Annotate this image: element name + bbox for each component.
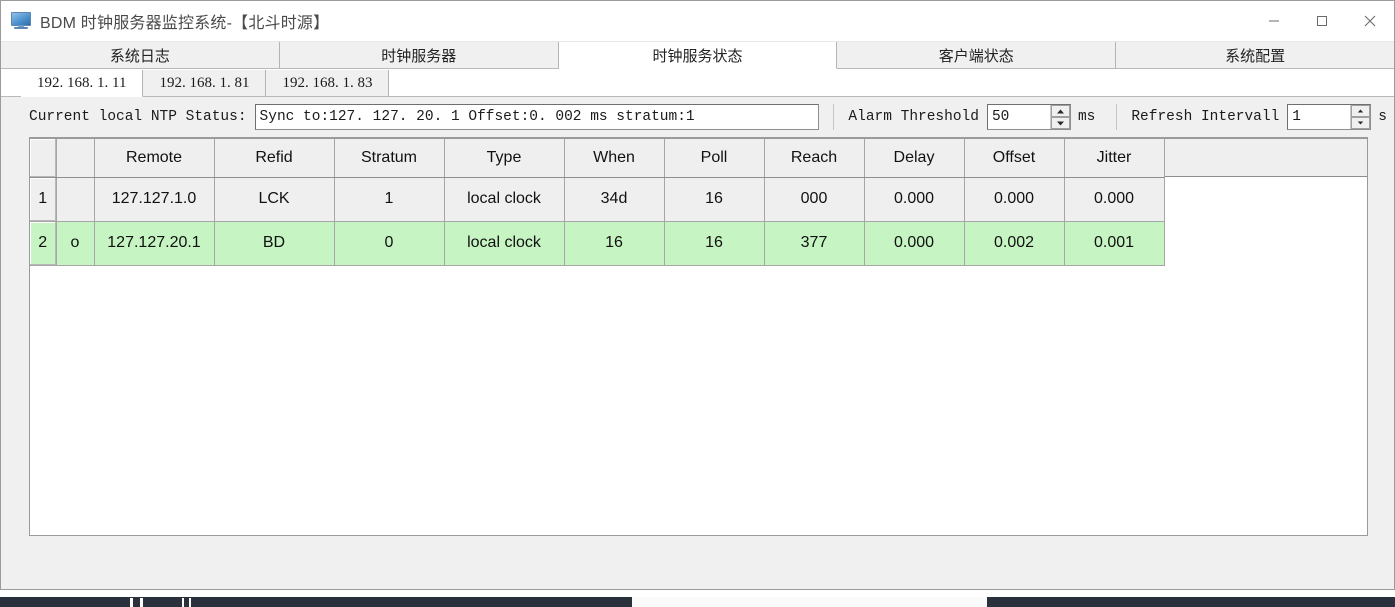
table-row[interactable]: 2 o 127.127.20.1 BD 0 local clock 16 16 … (30, 221, 1165, 266)
table-header-delay[interactable]: Delay (864, 139, 965, 178)
cell-type: local clock (444, 177, 565, 222)
table-header-row: Remote Refid Stratum Type When Poll Reac… (30, 139, 1165, 178)
cell-offset: 0.000 (964, 177, 1065, 222)
row-index[interactable]: 1 (30, 177, 57, 222)
cell-remote: 127.127.1.0 (94, 177, 215, 222)
table-header-type[interactable]: Type (444, 139, 565, 178)
refresh-interval-label: Refresh Intervall (1131, 109, 1280, 125)
main-tab-strip: 系统日志 时钟服务器 时钟服务状态 客户端状态 系统配置 (1, 42, 1394, 69)
minimize-icon[interactable] (1250, 1, 1298, 41)
table-header-stratum[interactable]: Stratum (334, 139, 445, 178)
title-bar: BDM 时钟服务器监控系统-【北斗时源】 (1, 1, 1394, 42)
taskbar-item-1[interactable] (130, 598, 133, 607)
table-header-poll[interactable]: Poll (664, 139, 765, 178)
cell-stratum: 0 (334, 221, 445, 266)
alarm-threshold-value[interactable]: 50 (987, 105, 1050, 129)
cell-refid: LCK (214, 177, 335, 222)
cell-delay: 0.000 (864, 221, 965, 266)
alarm-threshold-unit: ms (1077, 109, 1096, 125)
alarm-threshold-stepper[interactable]: 50 (986, 104, 1071, 130)
row-index[interactable]: 2 (30, 221, 57, 266)
alarm-threshold-spin-buttons (1049, 105, 1070, 129)
cell-remote: 127.127.20.1 (94, 221, 215, 266)
table-header-when[interactable]: When (564, 139, 665, 178)
cell-poll: 16 (664, 177, 765, 222)
ntp-status-label: Current local NTP Status: (29, 109, 247, 125)
taskbar-item-3[interactable] (182, 598, 184, 607)
cell-when: 34d (564, 177, 665, 222)
close-icon[interactable] (1346, 1, 1394, 41)
cell-when: 16 (564, 221, 665, 266)
refresh-spin-down-icon[interactable] (1351, 117, 1371, 129)
row-flag: o (56, 221, 95, 266)
sub-tab-ip-83[interactable]: 192. 168. 1. 83 (266, 70, 390, 97)
peer-table: Remote Refid Stratum Type When Poll Reac… (30, 139, 1165, 266)
content-panel: Current local NTP Status: Sync to:127. 1… (1, 97, 1394, 552)
table-corner-cell[interactable] (30, 139, 57, 178)
tab-clock-server[interactable]: 时钟服务器 (279, 42, 559, 69)
tab-client-status[interactable]: 客户端状态 (837, 42, 1117, 69)
table-header-offset[interactable]: Offset (964, 139, 1065, 178)
refresh-spin-up-icon[interactable] (1351, 105, 1371, 117)
sub-tab-ip-81[interactable]: 192. 168. 1. 81 (143, 70, 267, 97)
application-window: BDM 时钟服务器监控系统-【北斗时源】 系统日志 时钟服务器 时钟服务状态 客… (0, 0, 1395, 590)
sub-tab-ip-11[interactable]: 192. 168. 1. 11 (21, 70, 144, 97)
ip-sub-tab-strip: 192. 168. 1. 11 192. 168. 1. 81 192. 168… (1, 69, 1394, 97)
table-header-remote[interactable]: Remote (94, 139, 215, 178)
cell-stratum: 1 (334, 177, 445, 222)
cell-type: local clock (444, 221, 565, 266)
cell-refid: BD (214, 221, 335, 266)
tab-clock-service-status[interactable]: 时钟服务状态 (558, 42, 838, 69)
cell-poll: 16 (664, 221, 765, 266)
alarm-spin-down-icon[interactable] (1050, 117, 1070, 129)
alarm-spin-up-icon[interactable] (1050, 105, 1070, 117)
peer-status-table: Remote Refid Stratum Type When Poll Reac… (29, 137, 1368, 536)
taskbar-window-preview[interactable] (632, 597, 987, 607)
taskbar-tray (987, 597, 1395, 607)
taskbar (0, 597, 1395, 607)
taskbar-item-4[interactable] (189, 598, 191, 607)
window-title: BDM 时钟服务器监控系统-【北斗时源】 (40, 15, 330, 32)
cell-jitter: 0.000 (1064, 177, 1165, 222)
window-controls (1250, 1, 1394, 41)
table-header-jitter[interactable]: Jitter (1064, 139, 1165, 178)
toolbar-divider-1 (833, 104, 835, 130)
refresh-interval-spin-buttons (1350, 105, 1371, 129)
cell-offset: 0.002 (964, 221, 1065, 266)
cell-delay: 0.000 (864, 177, 965, 222)
tab-system-config[interactable]: 系统配置 (1116, 42, 1394, 69)
monitor-icon (11, 12, 31, 30)
row-flag (56, 177, 95, 222)
refresh-interval-value[interactable]: 1 (1288, 105, 1351, 129)
maximize-icon[interactable] (1298, 1, 1346, 41)
status-toolbar: Current local NTP Status: Sync to:127. 1… (1, 97, 1394, 137)
ntp-status-field[interactable]: Sync to:127. 127. 20. 1 Offset:0. 002 ms… (254, 104, 820, 130)
alarm-threshold-label: Alarm Threshold (848, 109, 979, 125)
refresh-interval-unit: s (1378, 109, 1387, 125)
desktop-gap (0, 590, 1395, 597)
taskbar-item-2[interactable] (140, 598, 143, 607)
table-header-refid[interactable]: Refid (214, 139, 335, 178)
table-header-flag (56, 139, 95, 178)
table-header-reach[interactable]: Reach (764, 139, 865, 178)
cell-jitter: 0.001 (1064, 221, 1165, 266)
refresh-interval-stepper[interactable]: 1 (1287, 104, 1372, 130)
cell-reach: 000 (764, 177, 865, 222)
tab-system-log[interactable]: 系统日志 (1, 42, 280, 69)
cell-reach: 377 (764, 221, 865, 266)
toolbar-divider-2 (1116, 104, 1118, 130)
table-row[interactable]: 1 127.127.1.0 LCK 1 local clock 34d 16 0… (30, 177, 1165, 222)
ntp-status-value: Sync to:127. 127. 20. 1 Offset:0. 002 ms… (259, 109, 695, 125)
